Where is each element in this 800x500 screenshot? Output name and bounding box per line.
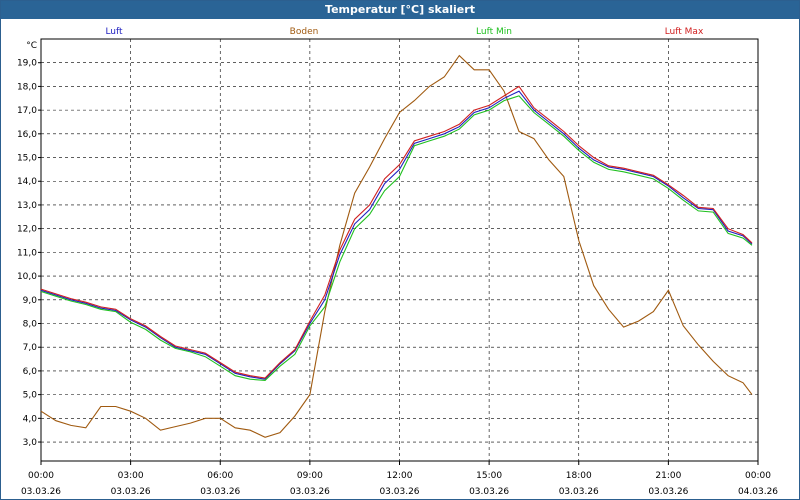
x-tick-time: 21:00 [655,471,681,481]
y-tick-label: 3,0 [23,438,38,448]
y-tick-label: 9,0 [23,296,38,306]
legend-luft-max: Luft Max [665,27,704,37]
x-tick-date: 03.03.26 [290,487,330,497]
y-tick-label: 11,0 [17,248,37,258]
x-tick-time: 00:00 [745,471,771,481]
x-tick-time: 03:00 [118,471,144,481]
x-tick-date: 03.03.26 [379,487,419,497]
y-tick-label: 12,0 [17,225,37,235]
y-tick-label: 13,0 [17,201,37,211]
y-tick-label: 17,0 [17,106,37,116]
y-tick-label: 6,0 [23,367,38,377]
x-tick-date: 03.03.26 [200,487,240,497]
legend-boden: Boden [290,27,319,37]
x-tick-date: 03.03.26 [21,487,61,497]
x-tick-time: 12:00 [387,471,413,481]
x-tick-time: 06:00 [207,471,233,481]
temperature-chart: 3,0 4,0 5,0 6,0 7,0 8,0 9,0 10,0 11,0 12,0 13,0 14,… [17,27,778,497]
legend-luft-min: Luft Min [476,27,512,37]
y-tick-label: 8,0 [23,319,38,329]
y-tick-label: 10,0 [17,272,37,282]
y-tick-label: 15,0 [17,154,37,164]
y-axis-label: °C [26,41,37,51]
x-tick-time: 18:00 [566,471,592,481]
x-tick-date: 03.03.26 [559,487,599,497]
y-tick-label: 16,0 [17,130,37,140]
x-tick-date: 04.03.26 [738,487,778,497]
x-tick-time: 15:00 [476,471,502,481]
legend-luft: Luft [105,27,123,37]
chart-window: Temperatur [°C] skaliert 3,0 4,0 5,0 6,0 7,0… [0,0,800,500]
x-tick-date: 03.03.26 [111,487,151,497]
x-tick-date: 03.03.26 [469,487,509,497]
y-tick-label: 5,0 [23,391,38,401]
y-tick-label: 19,0 [17,59,37,69]
y-tick-label: 14,0 [17,177,37,187]
x-tick-time: 00:00 [28,471,54,481]
y-tick-label: 4,0 [23,414,38,424]
x-tick-date: 03.03.26 [648,487,688,497]
y-tick-label: 18,0 [17,82,37,92]
x-tick-time: 09:00 [297,471,323,481]
y-tick-label: 7,0 [23,343,38,353]
